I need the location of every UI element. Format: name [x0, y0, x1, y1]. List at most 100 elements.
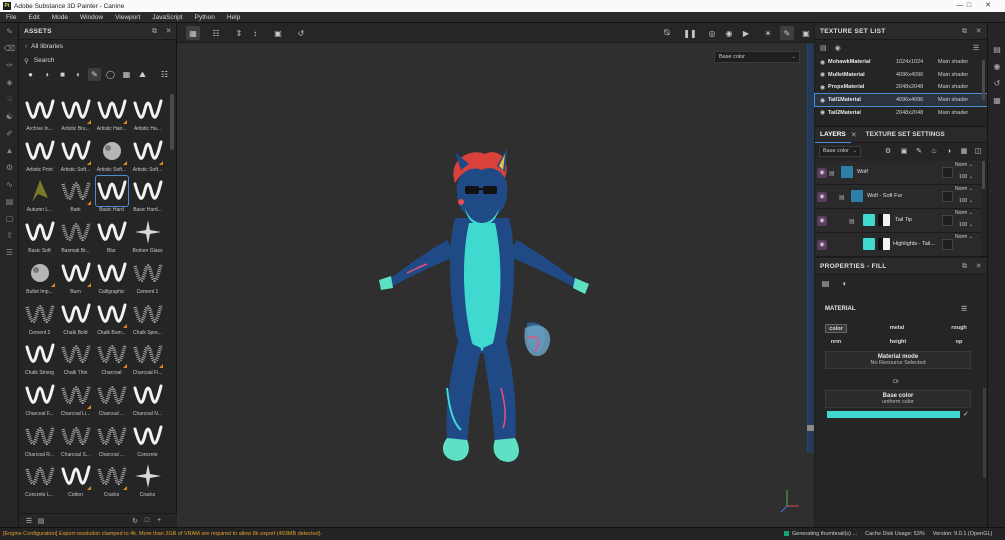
channel-metal-toggle[interactable]: metal: [885, 324, 909, 333]
close-panel-icon[interactable]: ✕: [164, 27, 173, 36]
folder-icon[interactable]: ▤: [829, 170, 835, 177]
layer-row[interactable]: ◉ ▤ Tail Tip Norm ⌄ 100 ⌄: [815, 209, 981, 233]
close-window-icon[interactable]: ✕: [979, 0, 997, 12]
paint-mode-icon[interactable]: ✎: [780, 26, 794, 40]
brush-preset[interactable]: Artistic Ha...: [130, 95, 165, 135]
close-panel-icon[interactable]: ✕: [974, 27, 983, 36]
channel-nrm-toggle[interactable]: nrm: [825, 338, 847, 347]
filter-smart-materials-icon[interactable]: ◑: [40, 68, 53, 81]
brush-preset[interactable]: Artistic Hair...: [94, 95, 129, 135]
brush-preset[interactable]: Charcoal R...: [22, 421, 57, 461]
brush-preset[interactable]: Cracks: [94, 461, 129, 501]
visibility-eye-icon[interactable]: ◉: [817, 71, 828, 78]
brush-preset[interactable]: Charcoal S...: [58, 421, 93, 461]
refresh-icon[interactable]: ↻: [129, 517, 141, 525]
layer-blend-mode[interactable]: Norm ⌄: [955, 162, 973, 168]
eraser-tool-icon[interactable]: ⌫: [0, 40, 19, 57]
layers-scrollbar[interactable]: [982, 161, 985, 189]
3d-viewport[interactable]: ▦ ☷ ⇕ ↕ ▣ ↺ ⦰ ❚❚ ◎ ◉ ▶ ☀ ✎ ▣ Base color …: [177, 23, 814, 527]
visibility-eye-icon[interactable]: ◉: [817, 59, 828, 66]
visibility-eye-icon[interactable]: ◉: [817, 84, 828, 91]
folder-icon[interactable]: ▤: [839, 194, 845, 201]
add-mask-icon[interactable]: ▣: [899, 147, 909, 157]
texture-set-scrollbar[interactable]: [982, 60, 985, 100]
mirror-y-icon[interactable]: ↕: [248, 26, 262, 40]
status-warning-message[interactable]: [Engine Configuration] Export resolution…: [3, 531, 322, 537]
geometry-fill-tool-icon[interactable]: ◈: [0, 74, 19, 91]
visibility-eye-icon[interactable]: ◉: [817, 97, 828, 104]
layer-opacity[interactable]: 100 ⌄: [959, 198, 973, 204]
layer-visibility-icon[interactable]: ◉: [817, 192, 827, 202]
brush-preset[interactable]: Cement 1: [130, 258, 165, 298]
brush-preset[interactable]: Autumn L...: [22, 176, 57, 216]
export-tool-icon[interactable]: ⇪: [0, 227, 19, 244]
search-input[interactable]: ⚲ Search: [24, 55, 171, 66]
brush-preset[interactable]: Charcoal F...: [22, 380, 57, 420]
list-options-icon[interactable]: ▤: [35, 517, 47, 525]
brush-preset[interactable]: Archive In...: [22, 95, 57, 135]
library-selector[interactable]: › All libraries: [19, 40, 176, 53]
polygon-fill-tool-icon[interactable]: ▲: [0, 142, 19, 159]
brush-preset[interactable]: Artistic Bru...: [58, 95, 93, 135]
viewport-channel-select[interactable]: Base color ⌄: [714, 51, 800, 63]
texture-set-dock-icon[interactable]: ▤: [988, 41, 1005, 58]
texture-set-row[interactable]: ◉ PropsMaterial 2048x2048 Main shader: [815, 81, 987, 94]
maximize-icon[interactable]: □: [960, 0, 978, 12]
clone-tool-icon[interactable]: ☯: [0, 108, 19, 125]
menu-javascript[interactable]: JavaScript: [146, 14, 188, 21]
layers-stack-icon[interactable]: ☰: [0, 244, 19, 261]
layer-row[interactable]: ◉ Highlights - Tail... Norm ⌄: [815, 233, 981, 257]
channel-color-toggle[interactable]: color: [825, 324, 847, 333]
brush-preset[interactable]: Concrete L...: [22, 461, 57, 501]
filter-environments-icon[interactable]: ⛰: [136, 68, 149, 81]
properties-scrollbar[interactable]: [983, 388, 986, 478]
list-menu-icon[interactable]: ☰: [973, 44, 979, 52]
menu-edit[interactable]: Edit: [22, 14, 45, 21]
brush-preset[interactable]: Charcoal ...: [94, 380, 129, 420]
layer-visibility-icon[interactable]: ◉: [817, 240, 827, 250]
brush-preset[interactable]: Broken Glass: [130, 217, 165, 257]
channel-op-toggle[interactable]: op: [947, 338, 971, 347]
add-folder-icon[interactable]: ▦: [959, 147, 969, 157]
add-effect-icon[interactable]: ⚙: [883, 147, 893, 157]
delete-layer-icon[interactable]: ◫: [973, 147, 983, 157]
eyedropper-icon[interactable]: ✓: [963, 410, 969, 418]
undock-icon[interactable]: ⧉: [150, 27, 159, 36]
history-dock-icon[interactable]: ↺: [988, 75, 1005, 92]
brush-preset[interactable]: Blur: [94, 217, 129, 257]
layer-select-checkbox[interactable]: [942, 167, 953, 178]
brush-preset[interactable]: Chalk Thin: [58, 339, 93, 379]
camera-mode-icon[interactable]: ◎: [705, 26, 719, 40]
brush-preset[interactable]: Basmati Br...: [58, 217, 93, 257]
history-icon[interactable]: ↺: [294, 26, 308, 40]
smudge-tool-icon[interactable]: ☟: [0, 91, 19, 108]
paint-brush-tool-icon[interactable]: ✎: [0, 23, 19, 40]
layer-opacity[interactable]: 100 ⌄: [959, 174, 973, 180]
layer-mask-thumbnail[interactable]: [878, 238, 890, 250]
brush-preset[interactable]: Bark: [58, 176, 93, 216]
brush-preset[interactable]: Charcoal Li...: [58, 380, 93, 420]
brush-preset[interactable]: Cotton: [58, 461, 93, 501]
close-panel-icon[interactable]: ✕: [974, 262, 983, 271]
channel-rough-toggle[interactable]: rough: [947, 324, 971, 333]
render-icon[interactable]: ◉: [722, 26, 736, 40]
brush-preset[interactable]: Basic Soft: [22, 217, 57, 257]
layer-blend-mode[interactable]: Norm ⌄: [955, 186, 973, 192]
texture-set-row[interactable]: ◉ MulletMaterial 4096x4096 Main shader: [815, 69, 987, 82]
brush-preset[interactable]: Artistic Soft...: [94, 136, 129, 176]
brush-preset[interactable]: Artistic Soft...: [58, 136, 93, 176]
brush-preset[interactable]: Charcoal: [94, 339, 129, 379]
filter-grunges-icon[interactable]: ▦: [120, 68, 133, 81]
layer-opacity[interactable]: 100 ⌄: [959, 222, 973, 228]
brush-preset[interactable]: Basic Hard: [94, 175, 129, 216]
brush-preset[interactable]: Basic Hard...: [130, 176, 165, 216]
layer-mask-thumbnail[interactable]: [878, 214, 890, 226]
shelf-tool-icon[interactable]: ▤: [0, 193, 19, 210]
brush-preset[interactable]: Artistic Print: [22, 136, 57, 176]
screenshot-icon[interactable]: ▣: [799, 26, 813, 40]
menu-mode[interactable]: Mode: [46, 14, 74, 21]
menu-file[interactable]: File: [0, 14, 22, 21]
sort-icon[interactable]: ☰: [23, 517, 35, 525]
projection-tool-icon[interactable]: ✑: [0, 57, 19, 74]
layer-row[interactable]: ◉ ▤ Wolf - Soft Fur Norm ⌄ 100 ⌄: [815, 185, 981, 209]
